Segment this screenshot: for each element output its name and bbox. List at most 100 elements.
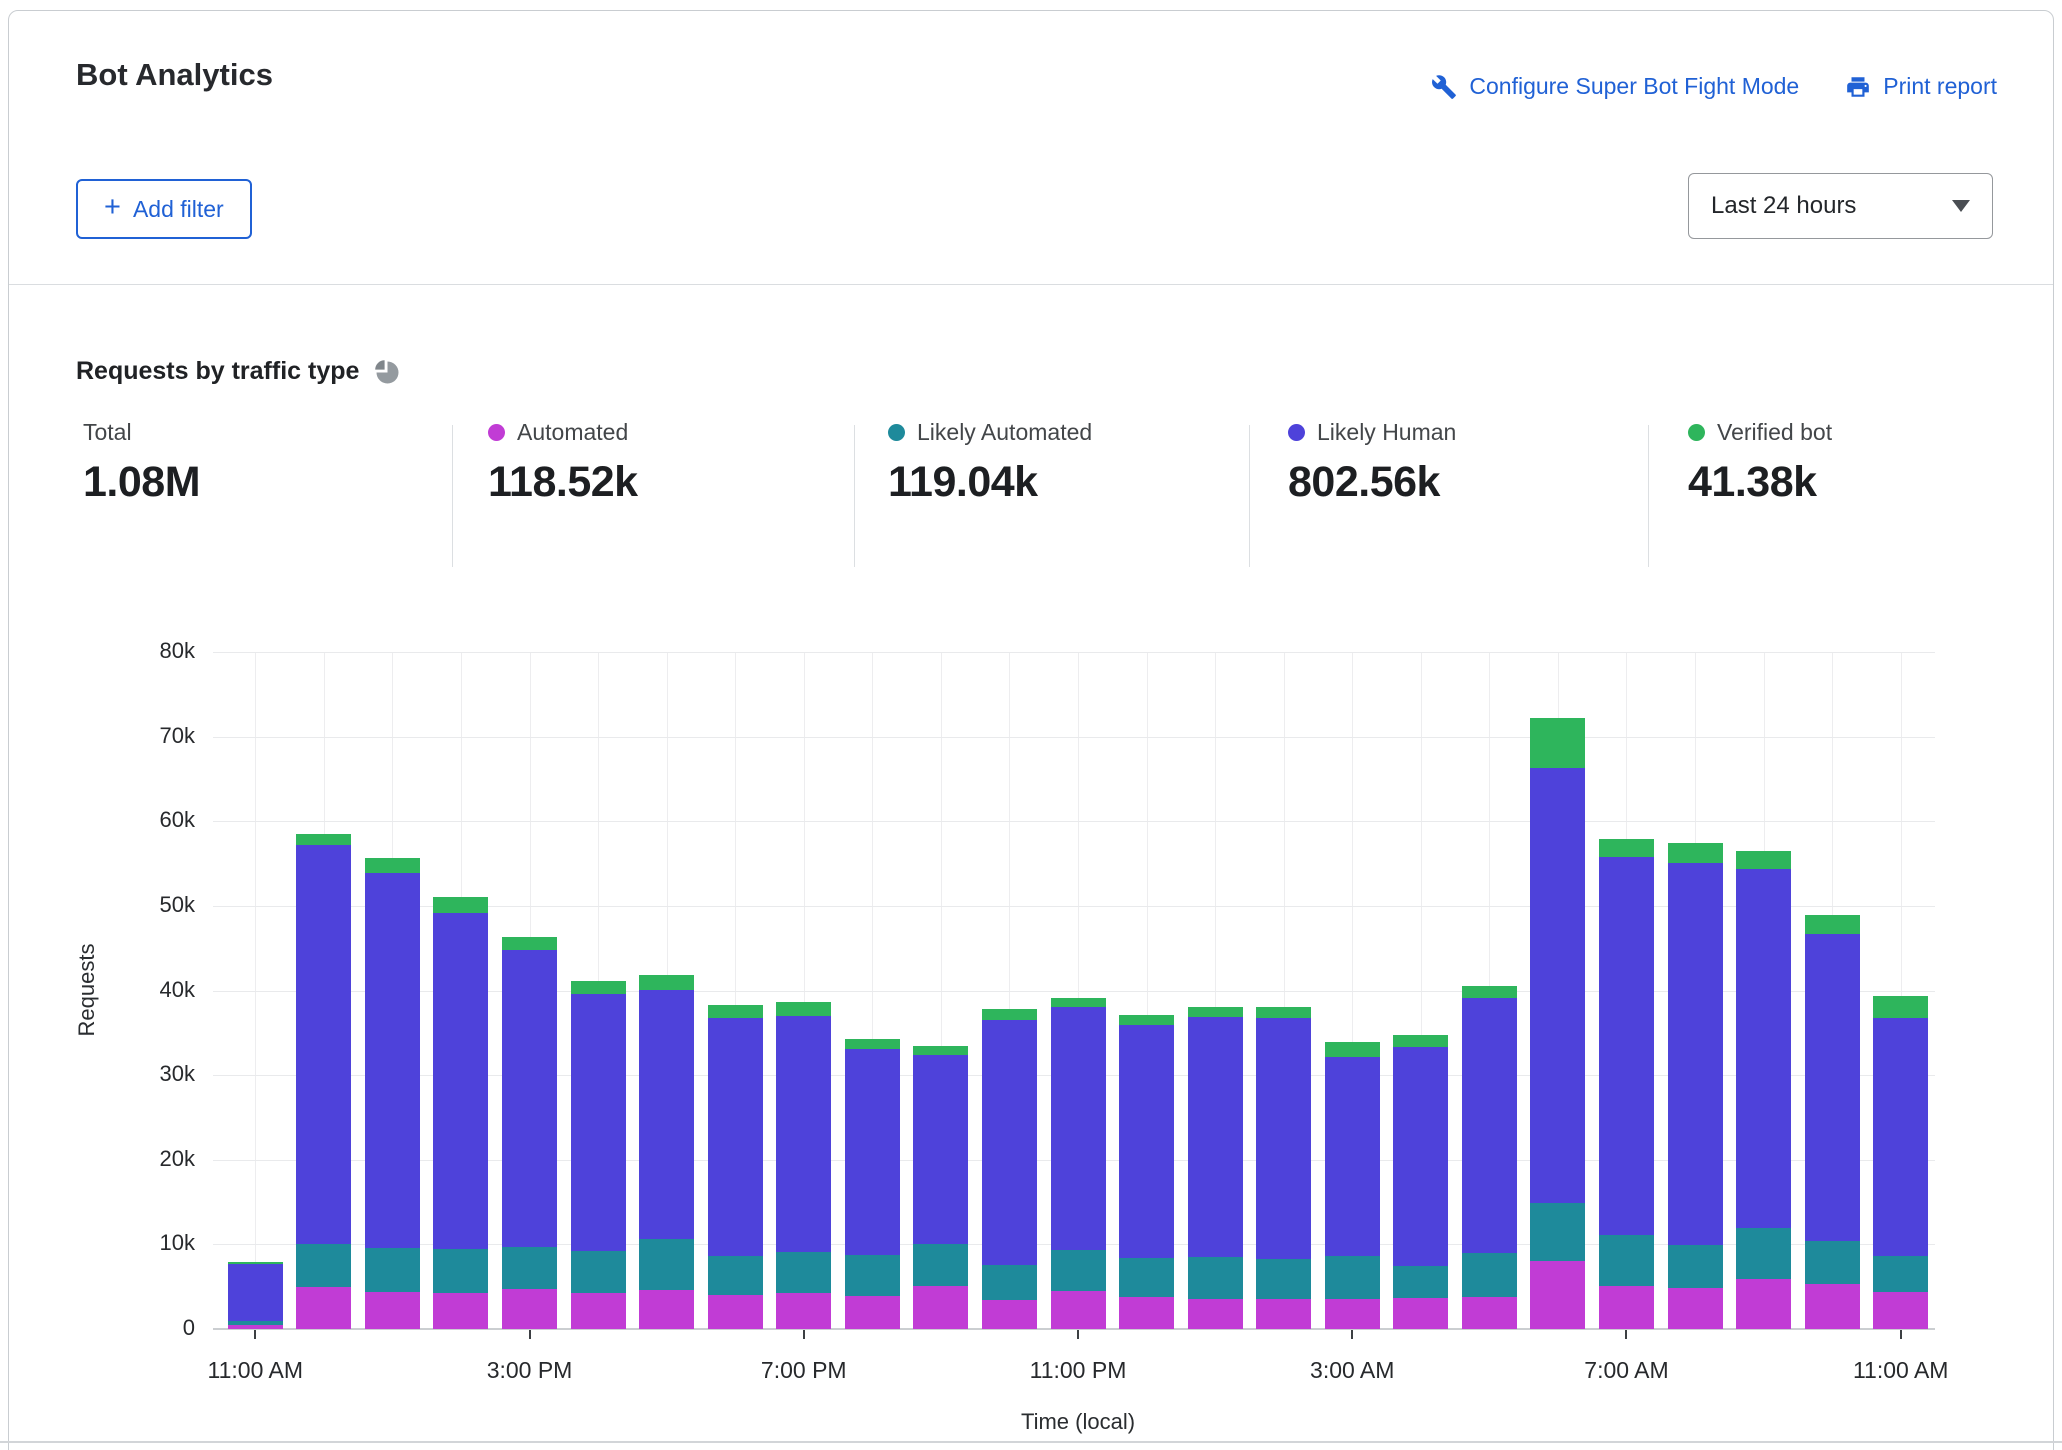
bar-300pm[interactable]	[502, 937, 557, 1329]
requests-chart: Requests Time (local) 010k20k30k40k50k60…	[9, 11, 2053, 1450]
segment-likely-human	[1668, 863, 1723, 1246]
segment-automated	[296, 1287, 351, 1329]
segment-automated	[639, 1290, 694, 1329]
segment-likely-automated	[365, 1248, 420, 1292]
segment-likely-automated	[913, 1244, 968, 1286]
segment-likely-human	[1051, 1007, 1106, 1250]
x-tick-label: 3:00 PM	[487, 1357, 573, 1384]
segment-likely-human	[1530, 768, 1585, 1203]
segment-likely-human	[1736, 869, 1791, 1229]
segment-likely-automated	[1736, 1228, 1791, 1279]
segment-automated	[571, 1293, 626, 1329]
segment-likely-automated	[502, 1247, 557, 1289]
bar-600pm[interactable]	[708, 1005, 763, 1329]
segment-verified-bot	[1051, 998, 1106, 1007]
segment-likely-automated	[708, 1256, 763, 1295]
segment-likely-human	[1805, 934, 1860, 1241]
segment-verified-bot	[502, 937, 557, 950]
bar-1200am[interactable]	[1119, 1015, 1174, 1329]
segment-likely-human	[1873, 1018, 1928, 1256]
bar-500pm[interactable]	[639, 975, 694, 1329]
bar-800pm[interactable]	[845, 1039, 900, 1329]
bar-700am[interactable]	[1599, 839, 1654, 1329]
bar-500am[interactable]	[1462, 986, 1517, 1329]
segment-verified-bot	[1530, 718, 1585, 768]
x-tick	[1077, 1330, 1079, 1339]
segment-likely-automated	[1668, 1245, 1723, 1288]
segment-verified-bot	[845, 1039, 900, 1049]
segment-likely-human	[1119, 1025, 1174, 1258]
segment-likely-automated	[571, 1251, 626, 1292]
segment-verified-bot	[296, 834, 351, 845]
segment-automated	[1599, 1286, 1654, 1329]
x-tick	[1351, 1330, 1353, 1339]
x-tick-label: 11:00 AM	[208, 1357, 303, 1384]
bar-1200pm[interactable]	[296, 834, 351, 1329]
segment-verified-bot	[1256, 1007, 1311, 1018]
segment-likely-human	[1462, 998, 1517, 1253]
segment-verified-bot	[913, 1046, 968, 1054]
segment-likely-automated	[1393, 1266, 1448, 1297]
bar-900pm[interactable]	[913, 1046, 968, 1329]
x-tick	[1625, 1330, 1627, 1339]
segment-automated	[845, 1296, 900, 1329]
bar-1100am[interactable]	[228, 1262, 283, 1329]
bar-200am[interactable]	[1256, 1007, 1311, 1329]
bar-300am[interactable]	[1325, 1042, 1380, 1329]
segment-verified-bot	[1599, 839, 1654, 857]
segment-likely-human	[365, 873, 420, 1248]
segment-verified-bot	[708, 1005, 763, 1019]
segment-likely-human	[1599, 857, 1654, 1235]
segment-likely-human	[982, 1020, 1037, 1265]
bar-400am[interactable]	[1393, 1035, 1448, 1329]
x-tick	[529, 1330, 531, 1339]
segment-automated	[365, 1292, 420, 1329]
bar-1100pm[interactable]	[1051, 998, 1106, 1329]
segment-verified-bot	[1873, 996, 1928, 1019]
x-tick-label: 3:00 AM	[1310, 1357, 1394, 1384]
bar-400pm[interactable]	[571, 981, 626, 1329]
y-tick-label: 40k	[9, 977, 195, 1003]
segment-likely-human	[1188, 1017, 1243, 1257]
y-tick-label: 80k	[9, 638, 195, 664]
bot-analytics-card: Bot Analytics Configure Super Bot Fight …	[8, 10, 2054, 1450]
segment-likely-automated	[1256, 1259, 1311, 1299]
segment-likely-human	[1325, 1057, 1380, 1256]
segment-verified-bot	[1188, 1007, 1243, 1016]
bar-700pm[interactable]	[776, 1002, 831, 1329]
segment-automated	[1393, 1298, 1448, 1329]
segment-likely-automated	[1119, 1258, 1174, 1297]
segment-likely-human	[228, 1264, 283, 1321]
bar-900am[interactable]	[1736, 851, 1791, 1329]
segment-likely-human	[776, 1016, 831, 1252]
y-tick-label: 0	[9, 1315, 195, 1341]
segment-likely-automated	[1873, 1256, 1928, 1292]
segment-verified-bot	[639, 975, 694, 990]
bar-100am[interactable]	[1188, 1007, 1243, 1329]
segment-automated	[1188, 1299, 1243, 1329]
bar-1100am[interactable]	[1873, 996, 1928, 1329]
segment-likely-automated	[776, 1252, 831, 1293]
bar-1000am[interactable]	[1805, 915, 1860, 1329]
bar-1000pm[interactable]	[982, 1009, 1037, 1329]
segment-verified-bot	[571, 981, 626, 994]
segment-likely-human	[845, 1049, 900, 1255]
segment-automated	[1256, 1299, 1311, 1329]
segment-automated	[433, 1293, 488, 1329]
segment-automated	[1325, 1299, 1380, 1329]
x-tick-label: 11:00 AM	[1853, 1357, 1948, 1384]
segment-likely-human	[433, 913, 488, 1249]
segment-automated	[776, 1293, 831, 1329]
segment-likely-human	[1393, 1047, 1448, 1266]
x-tick	[803, 1330, 805, 1339]
bar-100pm[interactable]	[365, 858, 420, 1329]
segment-likely-automated	[1051, 1250, 1106, 1291]
segment-likely-automated	[845, 1255, 900, 1296]
x-tick	[254, 1330, 256, 1339]
segment-verified-bot	[1736, 851, 1791, 869]
bar-800am[interactable]	[1668, 843, 1723, 1329]
bar-200pm[interactable]	[433, 897, 488, 1329]
y-tick-label: 70k	[9, 723, 195, 749]
segment-likely-automated	[1805, 1241, 1860, 1284]
bar-600am[interactable]	[1530, 718, 1585, 1329]
